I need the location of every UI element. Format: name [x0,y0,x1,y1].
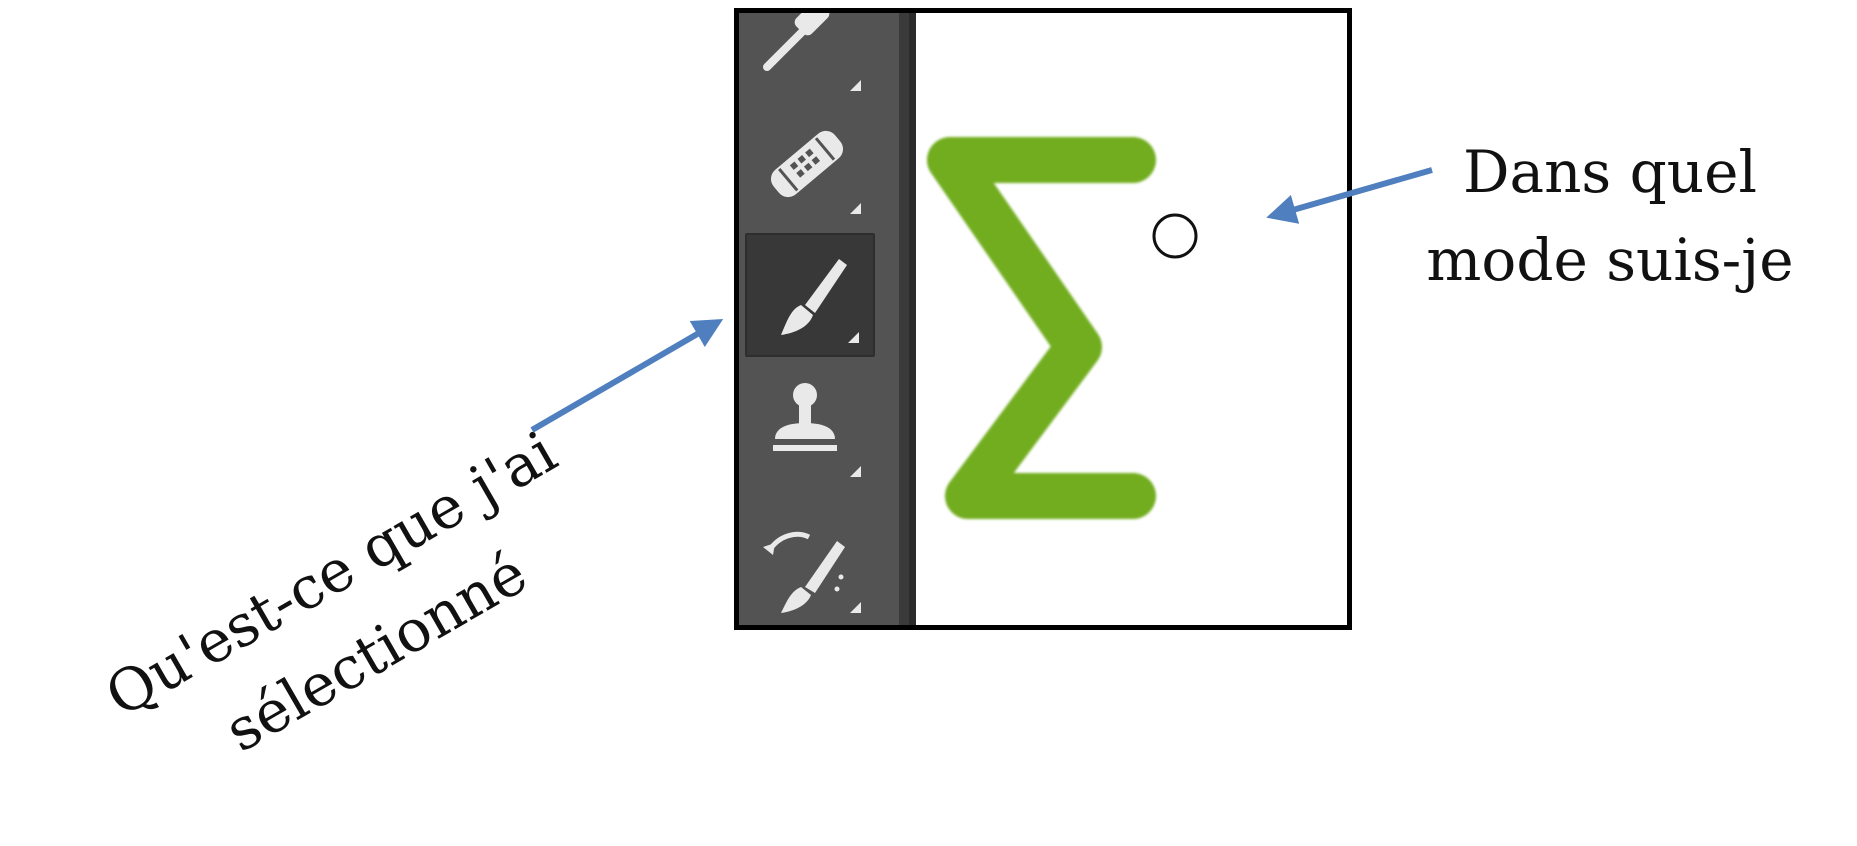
annotation-arrows [530,167,1433,433]
arrow-to-cursor [1266,167,1433,224]
arrow-to-selected-tool [530,318,724,433]
